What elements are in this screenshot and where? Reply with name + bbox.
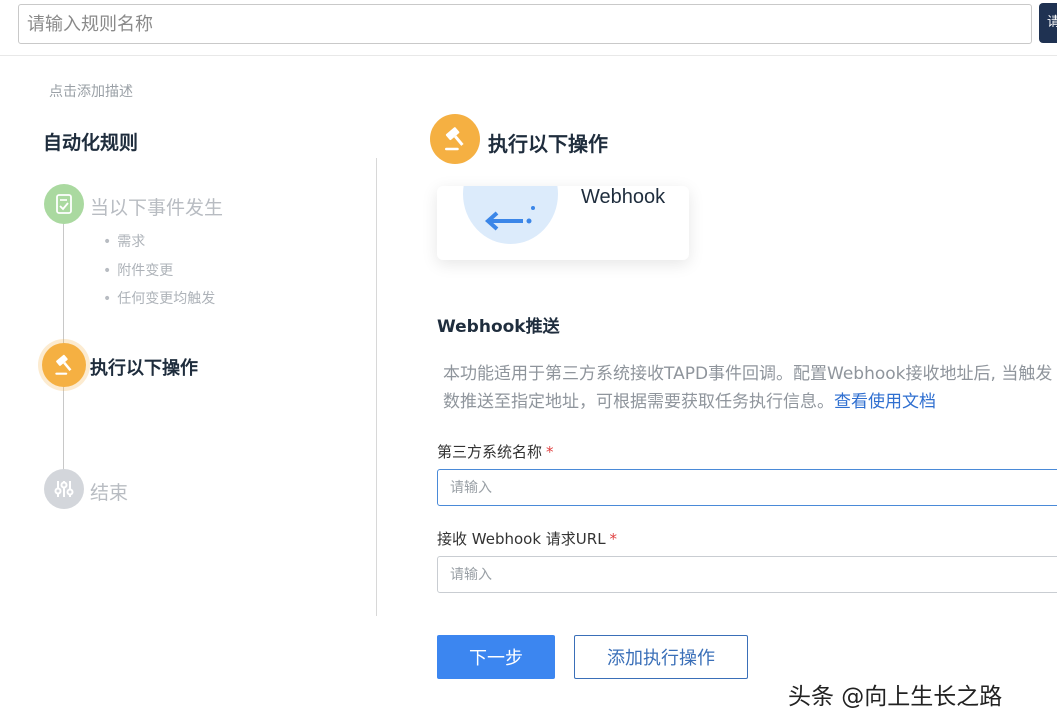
webhook-url-label: 接收 Webhook 请求URL *	[437, 528, 617, 549]
step-trigger-label[interactable]: 当以下事件发生	[90, 193, 223, 220]
add-action-button[interactable]: 添加执行操作	[574, 635, 748, 679]
system-name-label: 第三方系统名称 *	[437, 441, 554, 462]
action-header-title: 执行以下操作	[488, 132, 608, 156]
required-mark: *	[609, 530, 618, 548]
docs-link[interactable]: 查看使用文档	[834, 392, 936, 412]
trigger-item-attachment-change: 附件变更	[103, 260, 173, 280]
sliders-icon	[54, 481, 74, 497]
watermark: 头条 @向上生长之路	[788, 684, 1003, 710]
description-line-1: 本功能适用于第三方系统接收TAPD事件回调。配置Webhook接收地址后, 当触…	[443, 364, 1053, 384]
section-title: Webhook推送	[437, 317, 560, 337]
rule-name-input[interactable]	[18, 4, 1032, 44]
webhook-action-card[interactable]: Webhook	[437, 186, 689, 260]
action-header-icon	[430, 114, 480, 164]
webhook-arrow-icon	[484, 206, 535, 231]
step-end-label[interactable]: 结束	[90, 478, 128, 505]
required-mark: *	[546, 443, 554, 461]
description-line-2: 数推送至指定地址，可根据需要获取任务执行信息。	[443, 392, 834, 412]
add-description-link[interactable]: 点击添加描述	[49, 81, 133, 101]
description-line-2-wrapper: 数推送至指定地址，可根据需要获取任务执行信息。查看使用文档	[443, 388, 1057, 416]
webhook-url-input[interactable]	[437, 556, 1057, 593]
webhook-card-label: Webhook	[581, 186, 666, 208]
sidebar-title: 自动化规则	[43, 132, 139, 154]
step-end-circle[interactable]	[44, 469, 84, 509]
webhook-icon-circle	[463, 186, 558, 244]
document-check-icon	[56, 194, 72, 214]
step-trigger-circle[interactable]	[44, 184, 84, 224]
step-action-label[interactable]: 执行以下操作	[90, 354, 198, 380]
gavel-icon	[55, 354, 72, 375]
section-description: 本功能适用于第三方系统接收TAPD事件回调。配置Webhook接收地址后, 当触…	[443, 360, 1057, 416]
panel-divider	[376, 158, 377, 616]
gavel-icon	[445, 127, 464, 151]
step-action-circle[interactable]	[42, 343, 86, 387]
system-name-input[interactable]	[437, 469, 1057, 506]
webhook-url-label-text: 接收 Webhook 请求URL	[437, 530, 606, 548]
system-name-label-text: 第三方系统名称	[437, 443, 543, 461]
top-bar: 请	[0, 0, 1057, 56]
trigger-item-requirement: 需求	[103, 231, 145, 251]
trigger-item-any-change: 任何变更均触发	[103, 288, 215, 308]
tooltip-tag: 请	[1039, 3, 1057, 43]
next-step-button[interactable]: 下一步	[437, 635, 555, 679]
